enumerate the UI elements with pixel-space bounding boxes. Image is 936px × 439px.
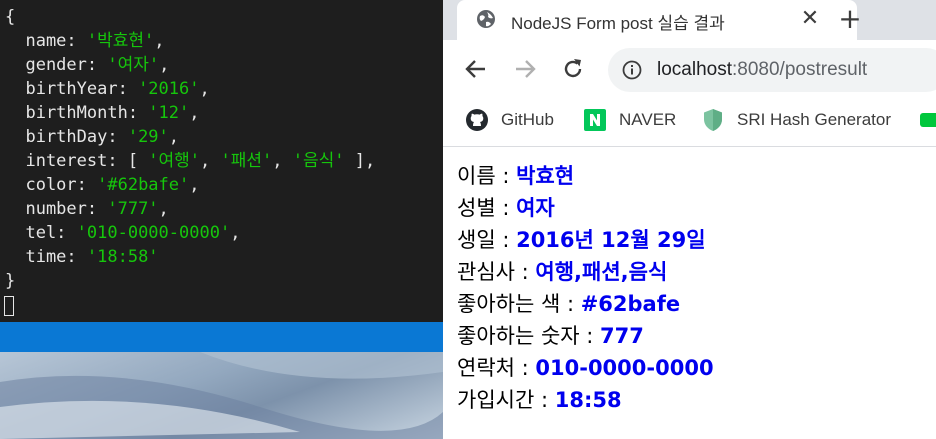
desktop-wallpaper [0,352,443,439]
terminal-line: name: '박효현', [5,31,165,51]
result-row-color: 좋아하는 색 : #62bafe [457,288,680,320]
result-label: 가입시간 : [457,388,555,412]
terminal-line: tel: '010-0000-0000', [5,223,241,243]
bookmarks-bar: GitHub NAVER SRI Hash Generator [443,98,936,147]
url-text[interactable]: localhost:8080/postresult [657,59,867,81]
terminal-panel[interactable]: { name: '박효현', gender: '여자', birthYear: … [0,0,443,322]
tab-active[interactable]: NodeJS Form post 실습 결과 ✕ [457,0,857,40]
terminal-cursor [4,296,14,316]
browser-window: NodeJS Form post 실습 결과 ✕ + localhost:808… [443,0,936,439]
result-row-tel: 연락처 : 010-0000-0000 [457,352,714,384]
result-label: 좋아하는 숫자 : [457,324,601,348]
terminal-line: birthDay: '29', [5,127,180,147]
result-value: 여자 [516,196,555,220]
wallpaper-graphic [0,352,443,439]
result-value: 여행,패션,음식 [535,260,668,284]
globe-icon [476,9,496,29]
terminal-line: birthMonth: '12', [5,103,200,123]
terminal-line: time: '18:58' [5,247,159,267]
tab-strip: NodeJS Form post 실습 결과 ✕ + [443,0,936,40]
green-app-icon [919,108,936,132]
result-row-birthday: 생일 : 2016년 12월 29일 [457,224,706,256]
result-label: 성별 : [457,196,517,220]
terminal-line: birthYear: '2016', [5,79,210,99]
address-bar[interactable]: localhost:8080/postresult [608,48,936,92]
bookmark-label: GitHub [501,110,554,129]
result-row-time: 가입시간 : 18:58 [457,384,622,416]
bookmark-overflow[interactable] [919,108,936,134]
status-bar [0,322,443,352]
info-icon[interactable] [622,60,642,80]
terminal-line: color: '#62bafe', [5,175,200,195]
bookmark-label: NAVER [619,110,677,129]
result-value: 2016년 12월 29일 [516,228,706,252]
reload-icon[interactable] [560,56,586,82]
result-label: 생일 : [457,228,517,252]
result-value: 18:58 [554,388,622,412]
shield-icon [701,108,725,132]
result-value: 777 [600,324,644,348]
terminal-line: interest: [ '여행', '패션', '음식' ], [5,151,376,171]
result-value: 010-0000-0000 [535,356,714,380]
forward-arrow-icon[interactable] [512,56,538,82]
result-label: 연락처 : [457,356,536,380]
close-icon[interactable]: ✕ [796,5,824,33]
result-label: 좋아하는 색 : [457,292,581,316]
result-value: #62bafe [580,292,681,316]
result-label: 이름 : [457,164,517,188]
tab-title: NodeJS Form post 실습 결과 [511,14,725,33]
terminal-line: gender: '여자', [5,55,170,75]
terminal-line: number: '777', [5,199,169,219]
result-value: 박효현 [516,164,575,188]
result-row-name: 이름 : 박효현 [457,160,574,192]
result-row-number: 좋아하는 숫자 : 777 [457,320,644,352]
terminal-line: { [5,7,16,27]
back-arrow-icon[interactable] [463,56,489,82]
naver-icon [583,108,607,132]
browser-toolbar: localhost:8080/postresult [443,40,936,98]
terminal-line: } [5,271,16,291]
result-label: 관심사 : [457,260,536,284]
github-icon [465,108,489,132]
bookmark-label: SRI Hash Generator [737,110,892,129]
result-row-interest: 관심사 : 여행,패션,음식 [457,256,667,288]
new-tab-button[interactable]: + [835,5,865,35]
page-content: 이름 : 박효현 성별 : 여자 생일 : 2016년 12월 29일 관심사 … [443,148,936,439]
result-row-gender: 성별 : 여자 [457,192,555,224]
